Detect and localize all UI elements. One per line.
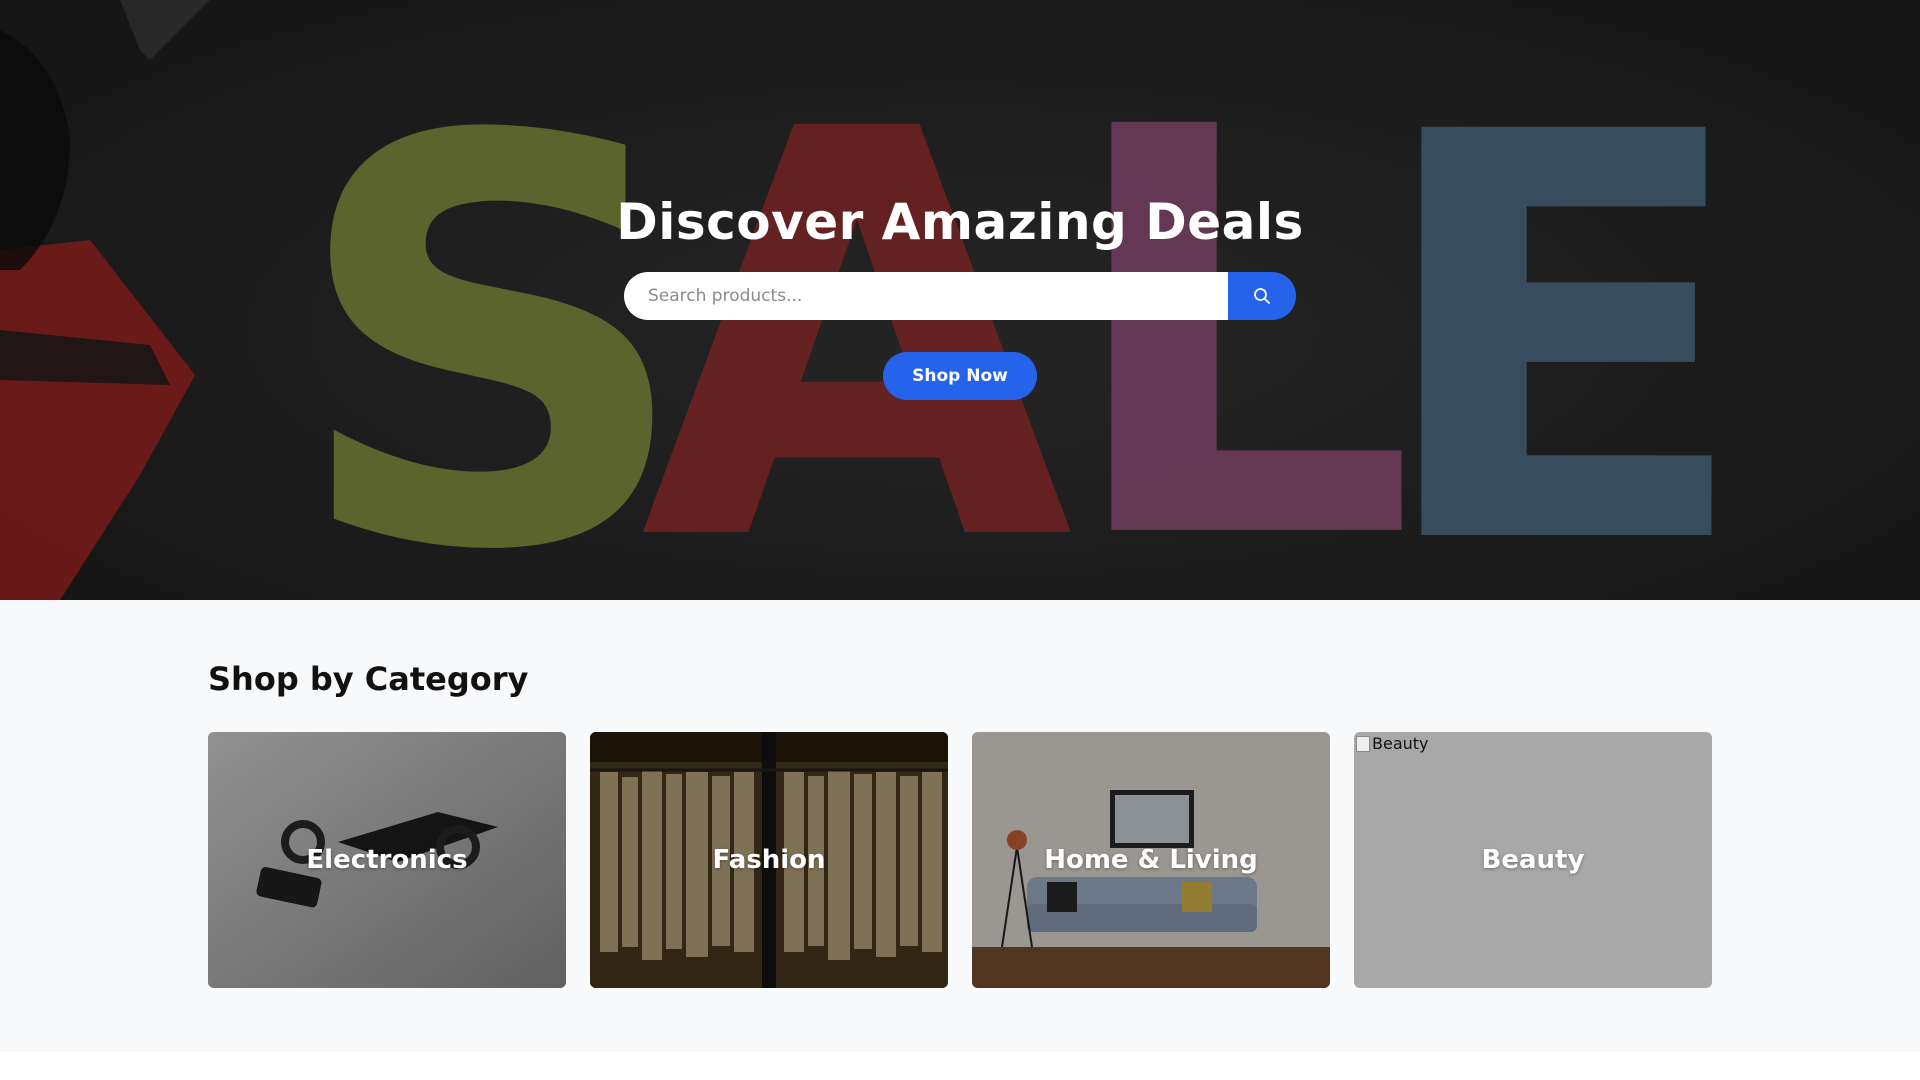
category-card-electronics[interactable]: Electronics <box>208 732 566 988</box>
category-card-fashion[interactable]: Fashion <box>590 732 948 988</box>
category-label: Beauty <box>1481 845 1585 875</box>
search-icon <box>1254 288 1270 304</box>
hero-title: Discover Amazing Deals <box>616 193 1304 251</box>
category-label: Electronics <box>306 845 468 875</box>
section-title: Shop by Category <box>208 660 529 698</box>
category-label: Home & Living <box>1044 845 1258 875</box>
search-button[interactable] <box>1228 272 1296 320</box>
category-section: Shop by Category Electronics Fashion Hom… <box>0 600 1920 1052</box>
page-footer-space <box>0 1052 1920 1080</box>
category-card-home-living[interactable]: Home & Living <box>972 732 1330 988</box>
category-card-beauty[interactable]: Beauty Beauty <box>1354 732 1712 988</box>
shop-now-button[interactable]: Shop Now <box>883 352 1037 400</box>
hero-banner: S A L E Discover Amazing Deals Shop Now <box>0 0 1920 600</box>
category-label: Fashion <box>712 845 826 875</box>
search-bar <box>624 272 1296 320</box>
search-input[interactable] <box>624 272 1228 320</box>
